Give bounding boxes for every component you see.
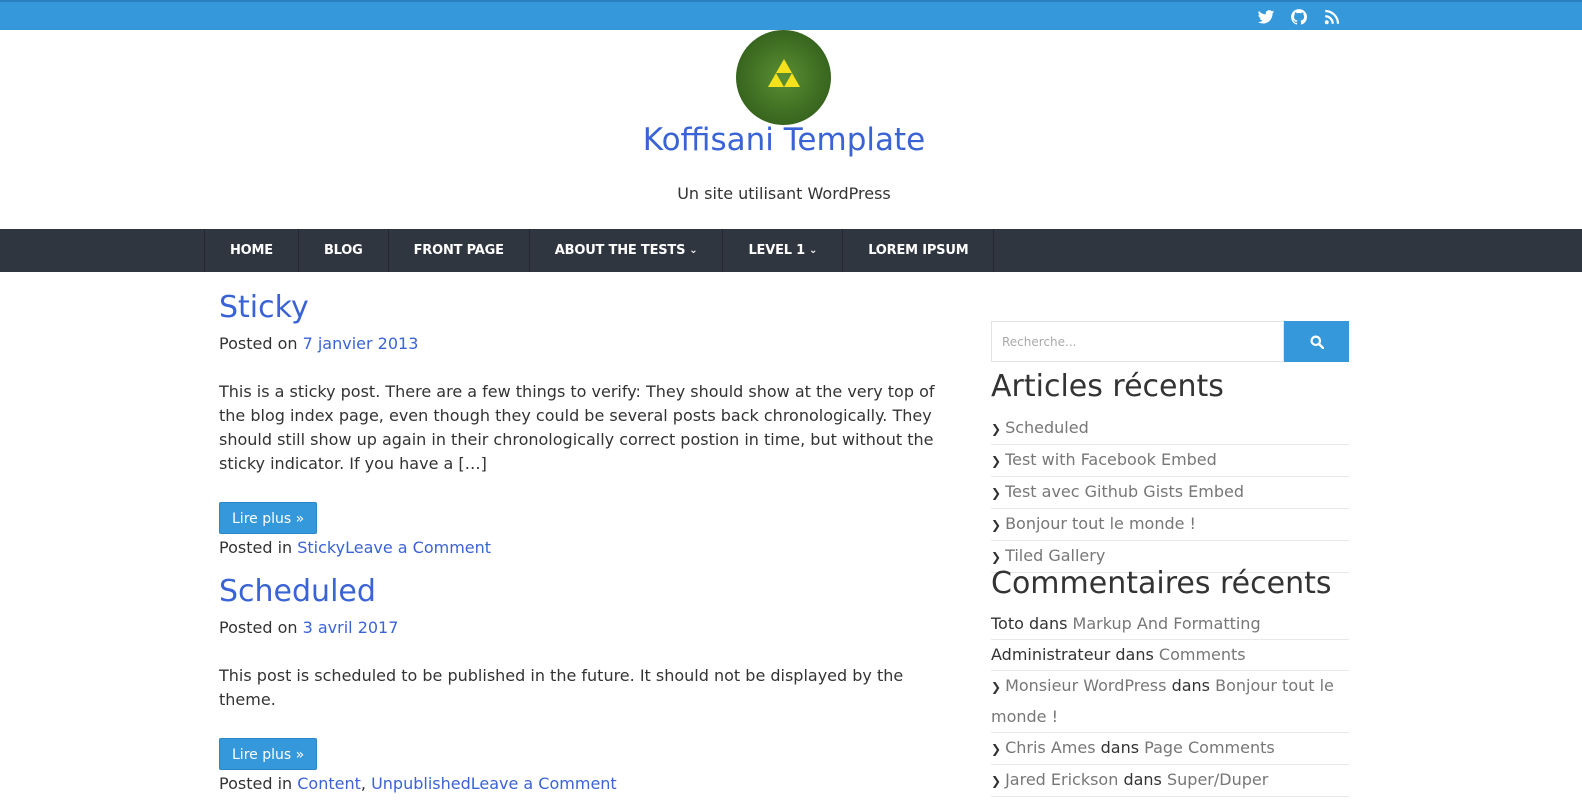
chevron-right-icon: ❯ bbox=[991, 742, 1002, 756]
comment-author-link[interactable]: Monsieur WordPress bbox=[1005, 676, 1166, 695]
nav-item-label: LEVEL 1 bbox=[748, 243, 805, 258]
nav-item-label: BLOG bbox=[323, 243, 363, 258]
nav-item-about-the-tests[interactable]: ABOUT THE TESTS ⌄ bbox=[530, 229, 724, 272]
recent-posts-list: ❯ Scheduled ❯ Test with Facebook Embed ❯ Test… bbox=[991, 413, 1349, 573]
site-tagline: Un site utilisant WordPress bbox=[677, 184, 891, 203]
recent-post-link[interactable]: Tiled Gallery bbox=[1005, 546, 1105, 565]
chevron-right-icon: ❯ bbox=[991, 550, 1002, 564]
recent-post-item: ❯ Bonjour tout le monde ! bbox=[991, 509, 1349, 541]
post-excerpt: This is a sticky post. There are a few t… bbox=[219, 382, 935, 473]
top-bar bbox=[0, 0, 1582, 30]
leave-comment-link[interactable]: Leave a Comment bbox=[471, 774, 617, 793]
comment-author-link[interactable]: Chris Ames bbox=[1005, 738, 1095, 757]
posted-in-label: Posted in bbox=[219, 774, 293, 793]
site-title[interactable]: Koffisani Template bbox=[0, 122, 1568, 158]
read-more-wrapper: Lire plus » bbox=[219, 476, 964, 534]
post-meta: Posted on 7 janvier 2013 bbox=[219, 334, 964, 354]
leave-comment-link[interactable]: Leave a Comment bbox=[345, 538, 491, 557]
chevron-right-icon: ❯ bbox=[991, 774, 1002, 788]
recent-comments-list: Toto dans Markup And Formatting Administr… bbox=[991, 609, 1349, 797]
chevron-down-icon: ⌄ bbox=[809, 245, 818, 256]
post-date-link[interactable]: 3 avril 2017 bbox=[303, 618, 399, 637]
chevron-right-icon: ❯ bbox=[991, 518, 1002, 532]
search-button[interactable] bbox=[1284, 321, 1349, 362]
search-input[interactable] bbox=[991, 321, 1284, 362]
chevron-right-icon: ❯ bbox=[991, 422, 1002, 436]
post-title[interactable]: Scheduled bbox=[219, 572, 964, 612]
recent-post-link[interactable]: Bonjour tout le monde ! bbox=[1005, 514, 1196, 533]
rss-icon[interactable] bbox=[1323, 8, 1341, 26]
dans-label: dans bbox=[1123, 770, 1162, 789]
recent-post-link[interactable]: Scheduled bbox=[1005, 418, 1089, 437]
post-excerpt: This post is scheduled to be published i… bbox=[219, 666, 904, 709]
category-link[interactable]: Unpublished bbox=[371, 774, 471, 793]
recent-comment-item: Administrateur dans Comments bbox=[991, 640, 1349, 671]
site-logo[interactable] bbox=[736, 30, 831, 125]
recent-post-item: ❯ Test with Facebook Embed bbox=[991, 445, 1349, 477]
triforce-icon bbox=[768, 59, 800, 87]
chevron-right-icon: ❯ bbox=[991, 680, 1002, 694]
posted-on-label: Posted on bbox=[219, 618, 298, 637]
dans-label: dans bbox=[1115, 645, 1154, 664]
chevron-right-icon: ❯ bbox=[991, 486, 1002, 500]
recent-comment-item: ❯ Monsieur WordPress dans Bonjour tout le… bbox=[991, 671, 1349, 733]
nav-item-blog[interactable]: BLOG bbox=[299, 229, 389, 272]
post-categories: Posted in Content, UnpublishedLeave a Co… bbox=[219, 774, 617, 793]
comment-post-link[interactable]: Comments bbox=[1159, 645, 1246, 664]
read-more-button[interactable]: Lire plus » bbox=[219, 502, 318, 534]
nav-item-label: LOREM IPSUM bbox=[868, 243, 969, 258]
recent-comment-item: Toto dans Markup And Formatting bbox=[991, 609, 1349, 640]
category-link[interactable]: Content bbox=[297, 774, 361, 793]
recent-comments-title: Commentaires récents bbox=[991, 566, 1332, 601]
comment-author: Administrateur bbox=[991, 645, 1111, 664]
nav-item-label: ABOUT THE TESTS bbox=[554, 243, 686, 258]
search-icon bbox=[1310, 335, 1324, 349]
post-date-link[interactable]: 7 janvier 2013 bbox=[303, 334, 419, 353]
recent-post-item: ❯ Scheduled bbox=[991, 413, 1349, 445]
main-navigation: HOME BLOG FRONT PAGE ABOUT THE TESTS ⌄ LEVEL … bbox=[0, 229, 1582, 272]
recent-comment-item: ❯ Jared Erickson dans Super/Duper bbox=[991, 765, 1349, 797]
comment-post-link[interactable]: Super/Duper bbox=[1167, 770, 1268, 789]
chevron-down-icon: ⌄ bbox=[689, 245, 698, 256]
dans-label: dans bbox=[1029, 614, 1068, 633]
comment-post-link[interactable]: Markup And Formatting bbox=[1073, 614, 1261, 633]
nav-menu: HOME BLOG FRONT PAGE ABOUT THE TESTS ⌄ LEVEL … bbox=[204, 229, 995, 272]
dans-label: dans bbox=[1171, 676, 1210, 695]
comment-author: Toto bbox=[991, 614, 1024, 633]
read-more-wrapper: Lire plus » bbox=[219, 712, 964, 770]
recent-comment-item: ❯ Chris Ames dans Page Comments bbox=[991, 733, 1349, 765]
post-article: Sticky Posted on 7 janvier 2013 This is a … bbox=[219, 288, 964, 560]
nav-item-front-page[interactable]: FRONT PAGE bbox=[389, 229, 530, 272]
category-link[interactable]: Sticky bbox=[297, 538, 345, 557]
post-list: Sticky Posted on 7 janvier 2013 This is a … bbox=[219, 288, 964, 796]
recent-posts-title: Articles récents bbox=[991, 369, 1224, 404]
twitter-icon[interactable] bbox=[1257, 8, 1275, 26]
recent-post-item: ❯ Test avec Github Gists Embed bbox=[991, 477, 1349, 509]
posted-on-label: Posted on bbox=[219, 334, 298, 353]
social-links bbox=[1257, 8, 1341, 26]
comment-post-link[interactable]: Page Comments bbox=[1144, 738, 1275, 757]
nav-item-level-1[interactable]: LEVEL 1 ⌄ bbox=[723, 229, 844, 272]
github-icon[interactable] bbox=[1290, 8, 1308, 26]
read-more-button[interactable]: Lire plus » bbox=[219, 738, 318, 770]
chevron-right-icon: ❯ bbox=[991, 454, 1002, 468]
post-meta: Posted on 3 avril 2017 bbox=[219, 618, 964, 638]
recent-post-link[interactable]: Test with Facebook Embed bbox=[1005, 450, 1217, 469]
post-article: Scheduled Posted on 3 avril 2017 This post… bbox=[219, 572, 964, 796]
comment-author-link[interactable]: Jared Erickson bbox=[1005, 770, 1118, 789]
search-form bbox=[991, 321, 1349, 362]
posted-in-label: Posted in bbox=[219, 538, 293, 557]
nav-item-home[interactable]: HOME bbox=[205, 229, 299, 272]
post-categories: Posted in StickyLeave a Comment bbox=[219, 536, 964, 560]
nav-item-label: HOME bbox=[230, 243, 273, 258]
post-title[interactable]: Sticky bbox=[219, 288, 964, 328]
dans-label: dans bbox=[1100, 738, 1140, 757]
nav-item-lorem-ipsum[interactable]: LOREM IPSUM bbox=[843, 229, 995, 272]
nav-item-label: FRONT PAGE bbox=[413, 243, 504, 258]
recent-post-link[interactable]: Test avec Github Gists Embed bbox=[1005, 482, 1244, 501]
